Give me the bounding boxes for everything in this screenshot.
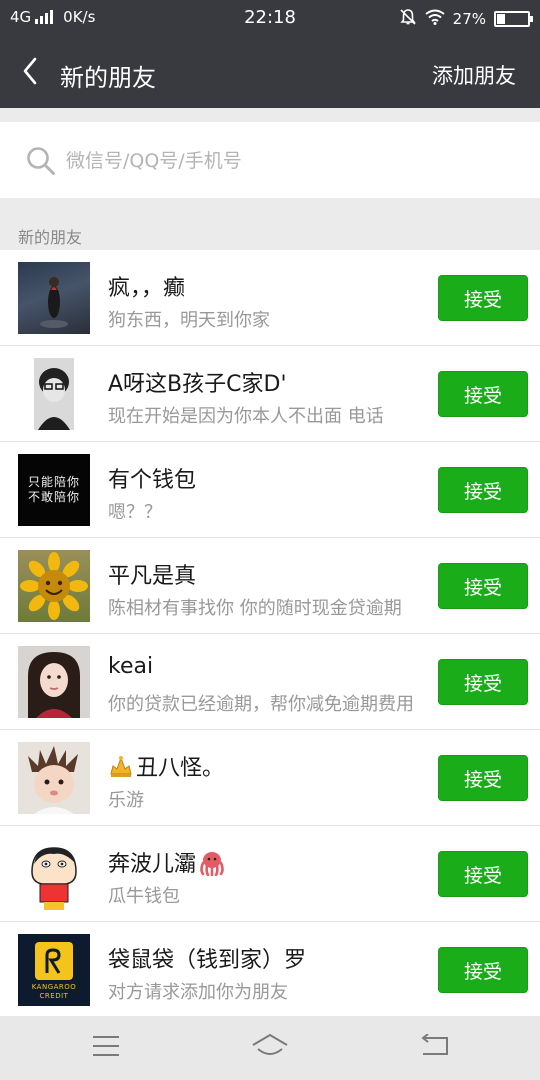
crown-icon: [108, 754, 134, 784]
battery-icon: [494, 11, 533, 27]
list-item[interactable]: A呀这B孩子C家D' 现在开始是因为你本人不出面 电话 接受: [0, 346, 540, 442]
friend-request-list: 疯，，癫 狗东西，明天到你家 接受 A呀这B孩子C家D' 现在开始是因为你本人不…: [0, 250, 540, 1018]
return-button[interactable]: [414, 1030, 454, 1066]
avatar: KANGAROO CREDIT: [18, 934, 90, 1006]
avatar: [18, 550, 90, 622]
menu-icon: [92, 1035, 120, 1061]
nav-bar: 新的朋友 添加朋友: [0, 38, 540, 108]
back-button[interactable]: [10, 53, 50, 93]
system-nav-bar: [0, 1016, 540, 1080]
avatar: [18, 646, 90, 718]
request-message: 陈相材有事找你 你的随时现金贷逾期: [108, 598, 402, 619]
avatar-text: CREDIT: [39, 991, 69, 1000]
request-message: 嗯？？: [108, 502, 162, 523]
battery-percent: 27%: [452, 10, 486, 28]
accept-button[interactable]: 接受: [438, 563, 528, 609]
search-bar: [0, 122, 540, 198]
request-message: 对方请求添加你为朋友: [108, 982, 288, 1003]
chevron-left-icon: [22, 57, 38, 89]
list-item[interactable]: 丑八怪。 乐游 接受: [0, 730, 540, 826]
request-name: 疯，，癫: [108, 276, 186, 301]
request-message: 狗东西，明天到你家: [108, 310, 270, 331]
octopus-icon: [198, 850, 226, 882]
page-title: 新的朋友: [60, 64, 156, 92]
bell-off-icon: [399, 8, 417, 30]
avatar: [18, 358, 90, 430]
list-item[interactable]: KANGAROO CREDIT 袋鼠袋（钱到家）罗 对方请求添加你为朋友 接受: [0, 922, 540, 1018]
avatar: [18, 838, 90, 910]
add-friend-button[interactable]: 添加朋友: [432, 60, 516, 90]
home-icon: [251, 1033, 289, 1063]
request-message: 现在开始是因为你本人不出面 电话: [108, 406, 384, 427]
request-name: 平凡是真: [108, 564, 197, 589]
list-item[interactable]: keai 你的贷款已经逾期，帮你减免逾期费用 接受: [0, 634, 540, 730]
accept-button[interactable]: 接受: [438, 659, 528, 705]
list-item[interactable]: 奔波儿灞 瓜牛钱包 接受: [0, 826, 540, 922]
request-message: 瓜牛钱包: [108, 886, 180, 907]
request-name: 袋鼠袋（钱到家）罗: [108, 948, 307, 973]
request-name: keai: [108, 654, 154, 679]
status-bar: 4G 0K/s 22:18 27%: [0, 0, 540, 38]
return-icon: [419, 1033, 449, 1062]
accept-button[interactable]: 接受: [438, 371, 528, 417]
kangaroo-logo-icon: [35, 941, 73, 980]
request-message: 你的贷款已经逾期，帮你减免逾期费用: [108, 694, 414, 715]
accept-button[interactable]: 接受: [438, 467, 528, 513]
section-header: 新的朋友: [18, 228, 83, 247]
list-item[interactable]: 只能陪你 不敢陪你 有个钱包 嗯？？ 接受: [0, 442, 540, 538]
request-name: A呀这B孩子C家D': [108, 372, 287, 397]
avatar-text: KANGAROO: [31, 982, 77, 991]
list-item[interactable]: 疯，，癫 狗东西，明天到你家 接受: [0, 250, 540, 346]
search-icon: [26, 146, 56, 180]
list-item[interactable]: 平凡是真 陈相材有事找你 你的随时现金贷逾期 接受: [0, 538, 540, 634]
request-message: 乐游: [108, 790, 144, 811]
request-name: 奔波儿灞: [108, 846, 428, 882]
avatar-text: 只能陪你: [27, 475, 80, 489]
avatar-text: 不敢陪你: [27, 490, 80, 504]
accept-button[interactable]: 接受: [438, 275, 528, 321]
accept-button[interactable]: 接受: [438, 755, 528, 801]
avatar: [18, 262, 90, 334]
avatar: 只能陪你 不敢陪你: [18, 454, 90, 526]
accept-button[interactable]: 接受: [438, 851, 528, 897]
home-button[interactable]: [250, 1030, 290, 1066]
request-name: 有个钱包: [108, 468, 197, 493]
menu-button[interactable]: [86, 1030, 126, 1066]
search-input[interactable]: [66, 144, 506, 178]
avatar: [18, 742, 90, 814]
request-name: 丑八怪。: [108, 750, 428, 784]
accept-button[interactable]: 接受: [438, 947, 528, 993]
wifi-icon: [425, 9, 445, 29]
status-bar-right: 27%: [399, 8, 533, 30]
